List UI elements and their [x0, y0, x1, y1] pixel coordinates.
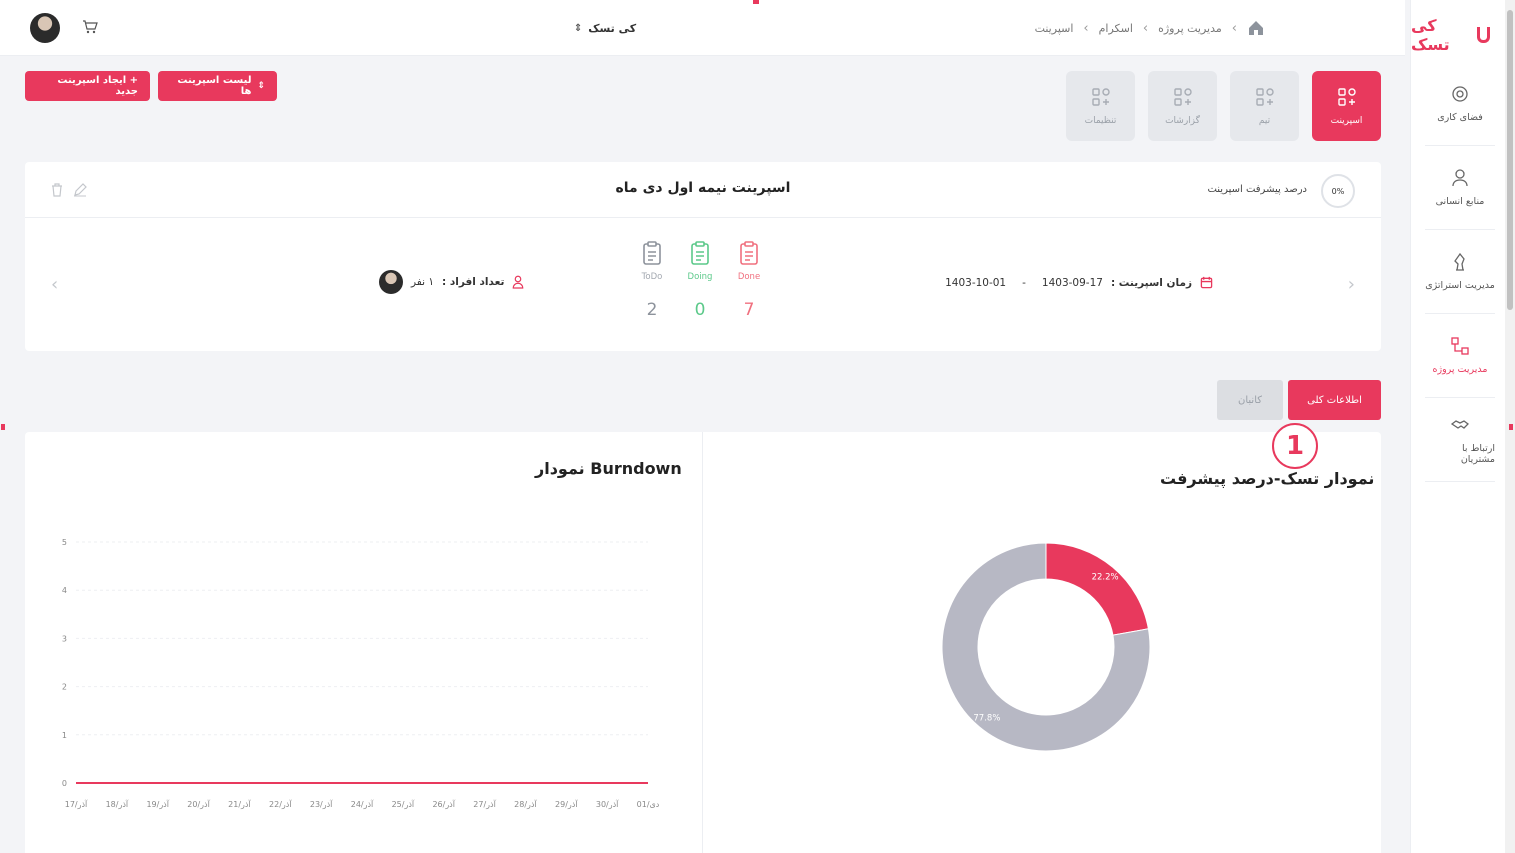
x-tick-label: 29/آذر	[555, 799, 578, 809]
logo-text: کی تسک	[1411, 16, 1450, 54]
sidebar-item-hr[interactable]: منابع انسانی	[1425, 146, 1495, 230]
x-tick-label: 28/آذر	[514, 799, 537, 809]
breadcrumb-item-scrum[interactable]: اسکرام	[1099, 22, 1133, 35]
breadcrumb: اسپرینت ‹ اسکرام ‹ مدیریت پروژه ‹	[1035, 18, 1265, 38]
tile-label: تیم	[1258, 116, 1271, 126]
x-tick-label: 25/آذر	[392, 799, 415, 809]
sidebar-item-label: مدیریت پروژه	[1432, 364, 1488, 375]
donut-title: نمودار تسک-درصد پیشرفت	[1160, 469, 1375, 488]
x-tick-label: 27/آذر	[473, 799, 496, 809]
edge-marker	[1509, 424, 1513, 430]
breadcrumb-item-sprint[interactable]: اسپرینت	[1035, 22, 1074, 35]
x-tick-label: 20/آذر	[187, 799, 210, 809]
tile-label: اسپرینت	[1330, 116, 1363, 126]
project-icon	[1451, 337, 1469, 355]
x-tick-label: 18/آذر	[106, 799, 129, 809]
y-tick-label: 4	[62, 586, 67, 595]
home-icon[interactable]	[1247, 19, 1265, 37]
strategy-icon	[1454, 252, 1465, 271]
y-tick-label: 1	[62, 731, 67, 740]
y-tick-label: 2	[62, 683, 67, 692]
divider	[702, 432, 703, 853]
x-tick-label: 22/آذر	[269, 799, 292, 809]
scroll-thumb[interactable]	[1507, 10, 1513, 310]
date-separator: -	[1022, 276, 1026, 289]
slice-label: 77.8%	[973, 714, 1000, 724]
sprint-end-date: 1403-10-01	[945, 276, 1007, 289]
modules-icon	[1173, 88, 1192, 106]
x-tick-label: 24/آذر	[351, 799, 374, 809]
tile-label: تنظیمات	[1084, 116, 1117, 126]
stat-value: 7	[743, 300, 755, 320]
sidebar-item-crm[interactable]: ارتباط با مشتریان	[1425, 398, 1495, 482]
sprint-start-date: 1403-09-17	[1041, 276, 1103, 289]
tile-label: گزارشات	[1165, 116, 1200, 126]
handshake-icon	[1450, 419, 1469, 429]
progress-label: درصد پیشرفت اسپرینت	[1207, 184, 1307, 195]
logo: کی تسک	[1411, 16, 1490, 54]
x-tick-label: 26/آذر	[432, 799, 455, 809]
sprint-time-label: زمان اسپرینت :	[1110, 276, 1192, 289]
edge-marker	[753, 0, 759, 4]
x-tick-label: 30/آذر	[596, 799, 619, 809]
breadcrumb-item-project[interactable]: مدیریت پروژه	[1158, 22, 1222, 35]
modules-icon	[1337, 88, 1356, 106]
sidebar-item-project[interactable]: مدیریت پروژه	[1425, 314, 1495, 398]
edge-marker	[1, 424, 5, 430]
y-tick-label: 5	[62, 538, 67, 547]
progress-donut-chart: 22.2% 77.8%	[941, 542, 1151, 752]
x-tick-label: 01/دی	[637, 800, 660, 809]
person-icon	[1452, 169, 1468, 187]
modules-icon	[1255, 88, 1274, 106]
tab-kanban[interactable]: کانبان	[1217, 380, 1283, 420]
stat-done: Done 7	[729, 240, 769, 320]
tab-label: کانبان	[1238, 394, 1262, 406]
chevron-left-icon: ‹	[1231, 20, 1237, 36]
sidebar-item-label: فضای کاری	[1437, 112, 1483, 123]
sidebar-item-workspace[interactable]: فضای کاری	[1425, 62, 1495, 146]
x-tick-label: 23/آذر	[310, 799, 333, 809]
x-tick-label: 21/آذر	[228, 799, 251, 809]
workspace-icon	[1452, 86, 1468, 102]
tile-sprint[interactable]: اسپرینت	[1312, 71, 1381, 141]
sidebar-item-label: منابع انسانی	[1435, 196, 1485, 207]
slice-label: 22.2%	[1092, 572, 1119, 582]
sidebar-item-strategy[interactable]: مدیریت استراتژی	[1425, 230, 1495, 314]
progress-ring: 0%	[1321, 174, 1355, 208]
chevron-left-icon: ‹	[1083, 20, 1089, 36]
clipboard-icon	[740, 241, 758, 265]
modules-icon	[1091, 88, 1110, 106]
burndown-chart: 0 1 2 3 4 5 17/آذر 18/آذر 19/آذر 20/آذر 21/آذر 22/آ…	[62, 538, 660, 809]
donut-slice	[1045, 542, 1149, 636]
stat-label: Done	[737, 272, 761, 282]
sidebar-item-label: ارتباط با مشتریان	[1460, 442, 1495, 465]
calendar-icon	[1200, 276, 1213, 289]
y-tick-label: 0	[62, 779, 67, 788]
tab-label: اطلاعات کلی	[1307, 394, 1362, 406]
x-tick-label: 19/آذر	[146, 799, 169, 809]
tile-settings[interactable]: تنظیمات	[1066, 71, 1135, 141]
y-tick-label: 3	[62, 634, 67, 643]
sidebar: کی تسک فضای کاری منابع انسانی مدیریت است…	[1410, 0, 1505, 853]
next-sprint-arrow[interactable]: ›	[1348, 274, 1355, 295]
sidebar-item-label: مدیریت استراتژی	[1425, 280, 1495, 291]
chevron-left-icon: ‹	[1142, 20, 1149, 36]
progress-value: 0%	[1331, 186, 1345, 196]
sprint-time: زمان اسپرینت : 1403-09-17 - 1403-10-01	[945, 276, 1213, 289]
tile-team[interactable]: تیم	[1230, 71, 1299, 141]
tile-reports[interactable]: گزارشات	[1148, 71, 1217, 141]
tab-general-info[interactable]: اطلاعات کلی	[1288, 380, 1381, 420]
logo-mark-icon	[1476, 27, 1490, 43]
step-marker: 1	[1272, 423, 1318, 469]
step-marker-number: 1	[1285, 431, 1305, 461]
x-tick-label: 17/آذر	[65, 799, 88, 809]
